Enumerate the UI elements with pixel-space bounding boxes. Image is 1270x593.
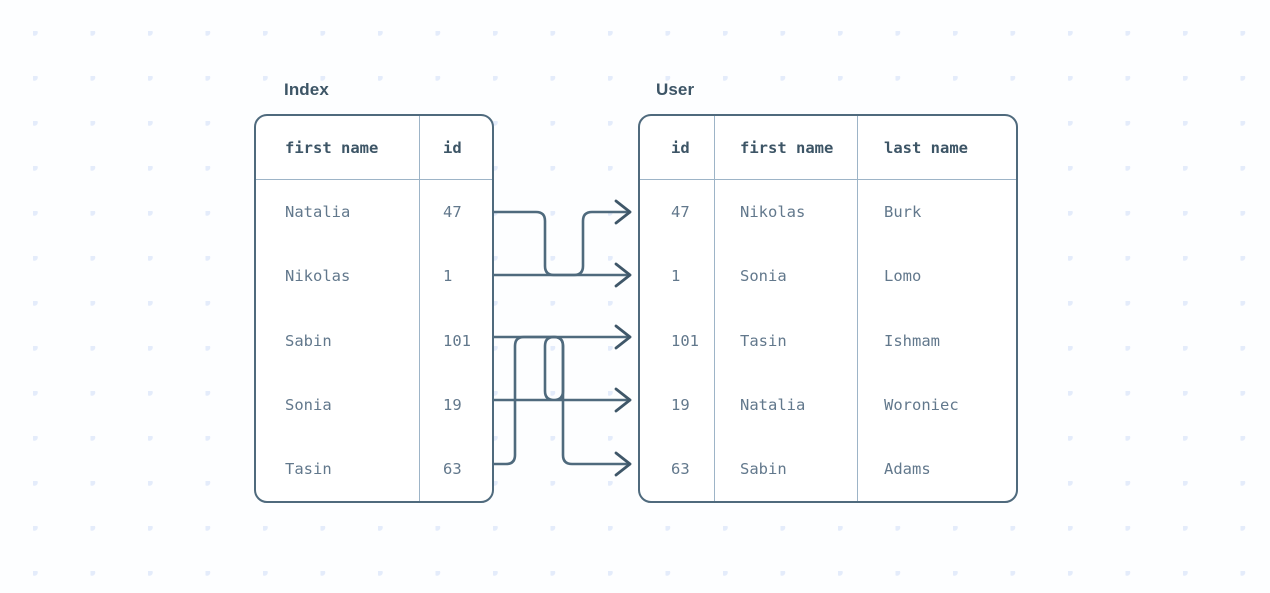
user-cell-id: 1 xyxy=(671,267,681,286)
index-header-first-name: first name xyxy=(285,138,379,157)
user-cell-first-name: Sonia xyxy=(714,244,857,309)
arrow-head-icon xyxy=(614,451,632,477)
user-cell-id: 47 xyxy=(671,203,690,222)
user-cell-first-name: Natalia xyxy=(714,372,857,437)
user-cell-id: 19 xyxy=(671,395,690,414)
table-row: Tasin 63 xyxy=(256,436,492,501)
user-header-id: id xyxy=(671,138,690,157)
connector-line xyxy=(492,210,632,277)
user-header-last-name: last name xyxy=(857,116,1016,179)
user-cell-last-name: Adams xyxy=(857,436,1016,501)
user-cell-id: 63 xyxy=(671,459,690,478)
index-cell-first-name: Tasin xyxy=(285,459,332,478)
table-row: Natalia 47 xyxy=(256,180,492,245)
connector-layer xyxy=(492,199,632,477)
user-cell-last-name: Burk xyxy=(857,180,1016,245)
table-row: 101 Tasin Ishmam xyxy=(640,308,1016,373)
index-header-id: id xyxy=(419,116,492,179)
arrow-head-icon xyxy=(614,324,632,350)
user-cell-first-name: Nikolas xyxy=(714,180,857,245)
index-table: first name id Natalia 47 Nikolas 1 Sabin… xyxy=(254,114,494,503)
table-row: 47 Nikolas Burk xyxy=(640,180,1016,245)
user-cell-last-name: Ishmam xyxy=(857,308,1016,373)
index-cell-id: 47 xyxy=(419,180,492,245)
index-cell-first-name: Sabin xyxy=(285,331,332,350)
table-row: 1 Sonia Lomo xyxy=(640,244,1016,309)
connector-line xyxy=(492,335,632,466)
index-cell-id: 1 xyxy=(419,244,492,309)
arrow-head-icon xyxy=(614,199,632,225)
index-cell-id: 101 xyxy=(419,308,492,373)
user-header-first-name: first name xyxy=(714,116,857,179)
diagram-canvas: Index User first name id Natalia 47 Niko… xyxy=(0,0,1270,593)
arrow-head-icon xyxy=(614,387,632,413)
user-cell-first-name: Tasin xyxy=(714,308,857,373)
index-table-header-row: first name id xyxy=(256,116,492,180)
user-table-header-row: id first name last name xyxy=(640,116,1016,180)
table-row: 63 Sabin Adams xyxy=(640,436,1016,501)
table-row: Sonia 19 xyxy=(256,372,492,437)
index-cell-first-name: Natalia xyxy=(285,203,351,222)
index-table-title: Index xyxy=(284,80,329,99)
user-table: id first name last name 47 Nikolas Burk … xyxy=(638,114,1018,503)
index-cell-id: 63 xyxy=(419,436,492,501)
user-cell-first-name: Sabin xyxy=(714,436,857,501)
user-cell-id: 101 xyxy=(671,331,699,350)
table-row: Sabin 101 xyxy=(256,308,492,373)
table-row: 19 Natalia Woroniec xyxy=(640,372,1016,437)
connector-line xyxy=(492,335,632,402)
user-cell-last-name: Woroniec xyxy=(857,372,1016,437)
user-table-title: User xyxy=(656,80,695,99)
table-row: Nikolas 1 xyxy=(256,244,492,309)
index-cell-first-name: Sonia xyxy=(285,395,332,414)
index-cell-first-name: Nikolas xyxy=(285,267,351,286)
arrow-head-icon xyxy=(614,262,632,288)
user-cell-last-name: Lomo xyxy=(857,244,1016,309)
index-cell-id: 19 xyxy=(419,372,492,437)
